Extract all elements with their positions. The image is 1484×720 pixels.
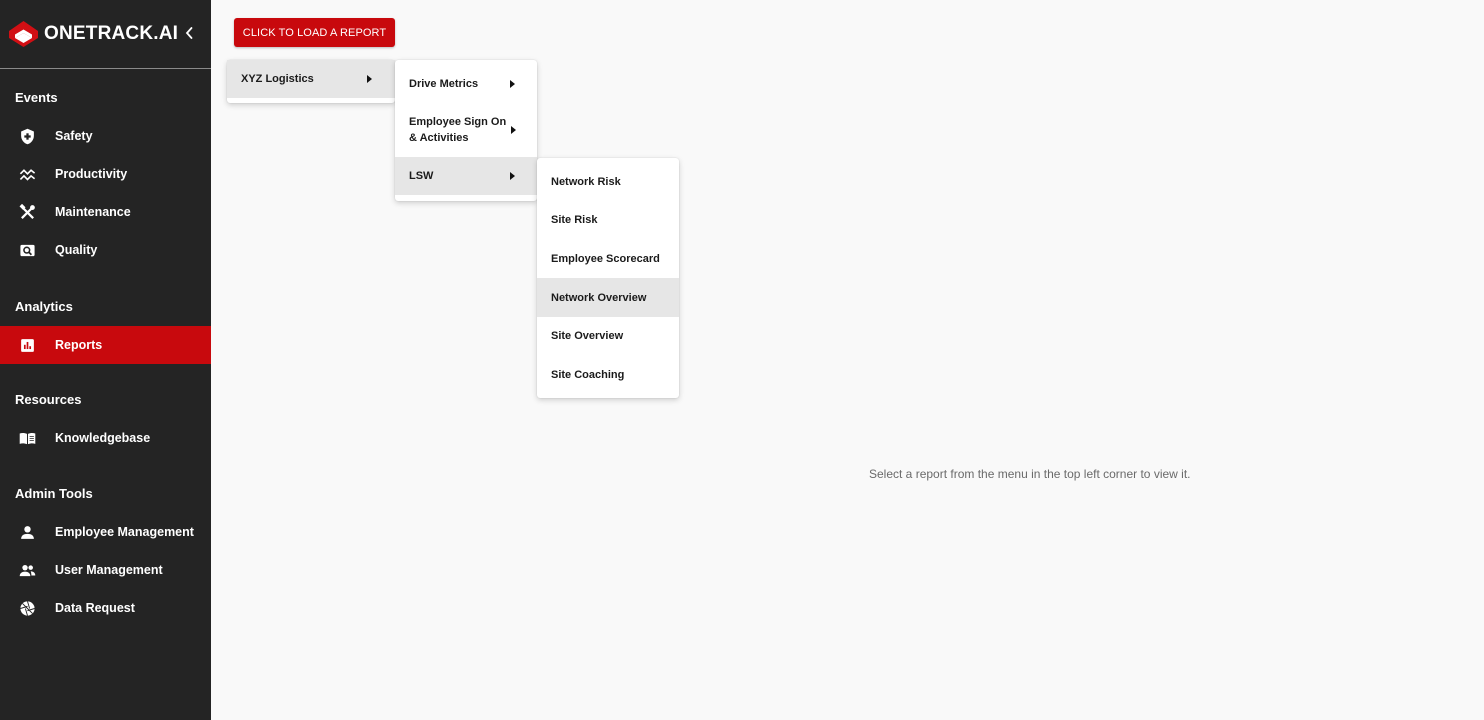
menu-item-label: Site Risk bbox=[551, 214, 598, 226]
sidebar-item-label: Employee Management bbox=[55, 525, 194, 539]
menu-item-label: Drive Metrics bbox=[409, 78, 479, 90]
menu-item-label: Network Overview bbox=[551, 291, 647, 304]
tools-icon bbox=[19, 204, 36, 221]
caret-right-icon bbox=[367, 74, 372, 83]
sidebar-item-productivity[interactable]: Productivity bbox=[0, 155, 211, 193]
collapse-sidebar-button[interactable] bbox=[182, 24, 196, 42]
section-title-events: Events bbox=[15, 90, 58, 105]
menu-item-label-line1: Employee Sign On bbox=[409, 116, 507, 128]
load-report-button[interactable]: CLICK TO LOAD A REPORT bbox=[234, 18, 395, 47]
caret-right-icon bbox=[510, 171, 515, 180]
chevron-left-icon bbox=[185, 27, 193, 39]
sidebar-item-maintenance[interactable]: Maintenance bbox=[0, 193, 211, 231]
onetrack-logo-icon bbox=[9, 21, 38, 47]
menu-item-site-risk[interactable]: Site Risk bbox=[537, 201, 679, 239]
section-title-admin-tools: Admin Tools bbox=[15, 486, 93, 501]
section-title-analytics: Analytics bbox=[15, 299, 73, 314]
menu-item-site-coaching[interactable]: Site Coaching bbox=[537, 355, 679, 394]
people-icon bbox=[19, 562, 36, 579]
menu-item-label: XYZ Logistics bbox=[241, 73, 314, 85]
menu-item-label: Network Risk bbox=[551, 175, 621, 188]
menu-item-employee-sign-on[interactable]: Employee Sign On & Activities bbox=[395, 103, 537, 157]
menu-item-network-risk[interactable]: Network Risk bbox=[537, 162, 679, 201]
section-title-resources: Resources bbox=[15, 392, 82, 407]
sidebar-item-label: Productivity bbox=[55, 167, 128, 181]
menu-item-drive-metrics[interactable]: Drive Metrics bbox=[395, 65, 537, 103]
caret-right-icon bbox=[510, 79, 515, 88]
sidebar: ONETRACK.AI Events Safety Productivity M… bbox=[0, 0, 211, 720]
sidebar-item-label: Safety bbox=[55, 129, 93, 143]
sidebar-item-reports[interactable]: Reports bbox=[0, 326, 211, 364]
menu-item-label: LSW bbox=[409, 170, 434, 182]
caret-right-icon bbox=[511, 125, 516, 134]
menu-item-network-overview[interactable]: Network Overview bbox=[537, 278, 679, 317]
sidebar-item-label: Reports bbox=[55, 338, 103, 352]
trend-icon bbox=[19, 166, 36, 183]
menu-item-xyz-logistics[interactable]: XYZ Logistics bbox=[227, 60, 395, 98]
aperture-icon bbox=[19, 600, 36, 617]
menu-item-employee-scorecard[interactable]: Employee Scorecard bbox=[537, 239, 679, 278]
menu-item-label: Employee Sign On & Activities bbox=[409, 114, 506, 146]
bar-chart-icon bbox=[19, 337, 36, 354]
sidebar-item-quality[interactable]: Quality bbox=[0, 231, 211, 269]
sidebar-item-label: Data Request bbox=[55, 601, 135, 615]
brand-header: ONETRACK.AI bbox=[0, 0, 211, 69]
brand-name: ONETRACK.AI bbox=[44, 23, 179, 44]
menu-item-site-overview[interactable]: Site Overview bbox=[537, 317, 679, 355]
sidebar-item-user-management[interactable]: User Management bbox=[0, 551, 211, 589]
sidebar-item-label: Quality bbox=[55, 243, 98, 257]
sidebar-item-safety[interactable]: Safety bbox=[0, 117, 211, 155]
person-icon bbox=[19, 524, 36, 541]
shield-icon bbox=[19, 128, 36, 145]
sidebar-item-label: Maintenance bbox=[55, 205, 131, 219]
menu-item-label-line2: & Activities bbox=[409, 132, 469, 144]
sidebar-item-label: User Management bbox=[55, 563, 163, 577]
menu-item-lsw[interactable]: LSW bbox=[395, 157, 537, 195]
sidebar-item-employee-management[interactable]: Employee Management bbox=[0, 513, 211, 551]
book-icon bbox=[19, 430, 36, 447]
sidebar-item-knowledgebase[interactable]: Knowledgebase bbox=[0, 419, 211, 457]
menu-item-label: Site Overview bbox=[551, 330, 624, 342]
sidebar-item-data-request[interactable]: Data Request bbox=[0, 589, 211, 627]
empty-state-hint: Select a report from the menu in the top… bbox=[869, 467, 1191, 481]
menu-item-label: Site Coaching bbox=[551, 368, 625, 381]
report-menu-level3: Network Risk Site Risk Employee Scorecar… bbox=[537, 158, 679, 398]
report-menu-level1: XYZ Logistics bbox=[227, 60, 395, 103]
menu-item-label: Employee Scorecard bbox=[551, 252, 660, 265]
report-menu-level2: Drive Metrics Employee Sign On & Activit… bbox=[395, 60, 537, 201]
quality-search-icon bbox=[19, 242, 36, 259]
sidebar-item-label: Knowledgebase bbox=[55, 431, 151, 445]
